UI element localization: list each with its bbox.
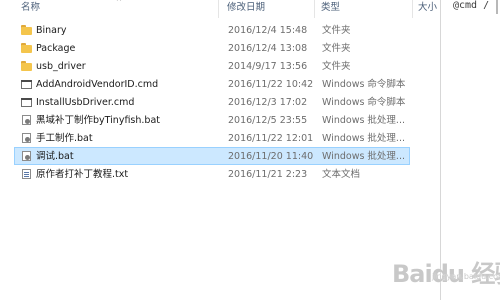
- file-row-selected[interactable]: 调试.bat 2016/11/20 11:40 Windows 批处理...: [14, 147, 410, 165]
- column-header-size[interactable]: 大小: [418, 1, 437, 15]
- file-name: 黑域补丁制作byTinyfish.bat: [36, 115, 160, 126]
- text-line-shape: [24, 176, 29, 177]
- file-row[interactable]: AddAndroidVendorID.cmd 2016/11/22 10:42 …: [14, 75, 410, 93]
- file-name: Package: [36, 43, 76, 54]
- text-line-shape: [24, 172, 29, 173]
- file-name: usb_driver: [36, 61, 86, 72]
- file-date: 2016/12/4 13:08: [228, 43, 308, 54]
- file-name: Binary: [36, 25, 67, 36]
- file-date: 2016/12/3 17:02: [228, 97, 308, 108]
- file-type: 文件夹: [322, 61, 351, 72]
- folder-icon: [21, 25, 32, 35]
- column-divider[interactable]: [314, 0, 315, 18]
- file-name: AddAndroidVendorID.cmd: [36, 79, 159, 90]
- file-date: 2014/9/17 13:56: [228, 61, 308, 72]
- file-type: Windows 批处理...: [322, 151, 405, 162]
- column-header: ^ 名称 修改日期 类型 大小: [0, 0, 440, 18]
- file-name: 手工制作.bat: [36, 133, 93, 144]
- file-explorer: ^ 名称 修改日期 类型 大小 Binary 2016/12/4 15:48 文…: [0, 0, 440, 300]
- file-type: 文本文档: [322, 169, 361, 180]
- bat-gear-shape: [25, 155, 30, 160]
- file-row[interactable]: usb_driver 2014/9/17 13:56 文件夹: [14, 57, 410, 75]
- file-row[interactable]: 原作者打补丁教程.txt 2016/11/21 2:23 文本文档: [14, 165, 410, 183]
- folder-body-shape: [21, 45, 32, 53]
- bat-file-icon: [21, 133, 32, 143]
- column-header-type[interactable]: 类型: [321, 1, 340, 15]
- file-name: 原作者打补丁教程.txt: [36, 169, 129, 180]
- file-date: 2016/11/22 12:01: [228, 133, 314, 144]
- file-date: 2016/11/20 11:40: [228, 151, 314, 162]
- bat-file-icon: [21, 151, 32, 161]
- baidu-watermark: Baidu 经验 jingyan.baidu.com: [392, 254, 500, 288]
- file-row[interactable]: 黑域补丁制作byTinyfish.bat 2016/12/5 23:55 Win…: [14, 111, 410, 129]
- column-header-date[interactable]: 修改日期: [227, 1, 265, 15]
- bat-gear-shape: [25, 119, 30, 124]
- file-row[interactable]: Binary 2016/12/4 15:48 文件夹: [14, 21, 410, 39]
- file-row[interactable]: Package 2016/12/4 13:08 文件夹: [14, 39, 410, 57]
- folder-icon: [21, 61, 32, 71]
- column-header-name[interactable]: 名称: [21, 1, 40, 15]
- file-row[interactable]: InstallUsbDriver.cmd 2016/12/3 17:02 Win…: [14, 93, 410, 111]
- file-date: 2016/12/5 23:55: [228, 115, 308, 126]
- file-row[interactable]: 手工制作.bat 2016/11/22 12:01 Windows 批处理...: [14, 129, 410, 147]
- file-type: Windows 批处理...: [322, 133, 405, 144]
- file-type: 文件夹: [322, 25, 351, 36]
- sort-ascending-icon: ^: [116, 0, 122, 6]
- text-line-shape: [24, 174, 29, 175]
- folder-body-shape: [21, 63, 32, 71]
- text-file-icon: [21, 169, 32, 179]
- cmd-title-bar-shape: [21, 80, 32, 82]
- cmd-title-bar-shape: [21, 98, 32, 100]
- file-date: 2016/11/22 10:42: [228, 79, 314, 90]
- editor-text: @cmd /: [453, 0, 490, 11]
- watermark-sub-text: jingyan.baidu.com: [432, 272, 500, 281]
- file-type: 文件夹: [322, 43, 351, 54]
- editor-scroll-marker: [496, 0, 498, 14]
- bat-gear-shape: [25, 137, 30, 142]
- file-name: InstallUsbDriver.cmd: [36, 97, 135, 108]
- file-type: Windows 命令脚本: [322, 97, 406, 108]
- file-type: Windows 命令脚本: [322, 79, 406, 90]
- folder-body-shape: [21, 27, 32, 35]
- file-date: 2016/12/4 15:48: [228, 25, 308, 36]
- file-name: 调试.bat: [36, 151, 74, 162]
- file-date: 2016/11/21 2:23: [228, 169, 308, 180]
- cmd-file-icon: [21, 97, 32, 107]
- cmd-file-icon: [21, 79, 32, 89]
- folder-icon: [21, 43, 32, 53]
- file-type: Windows 批处理...: [322, 115, 405, 126]
- column-divider[interactable]: [218, 0, 219, 18]
- bat-file-icon: [21, 115, 32, 125]
- column-divider[interactable]: [412, 0, 413, 18]
